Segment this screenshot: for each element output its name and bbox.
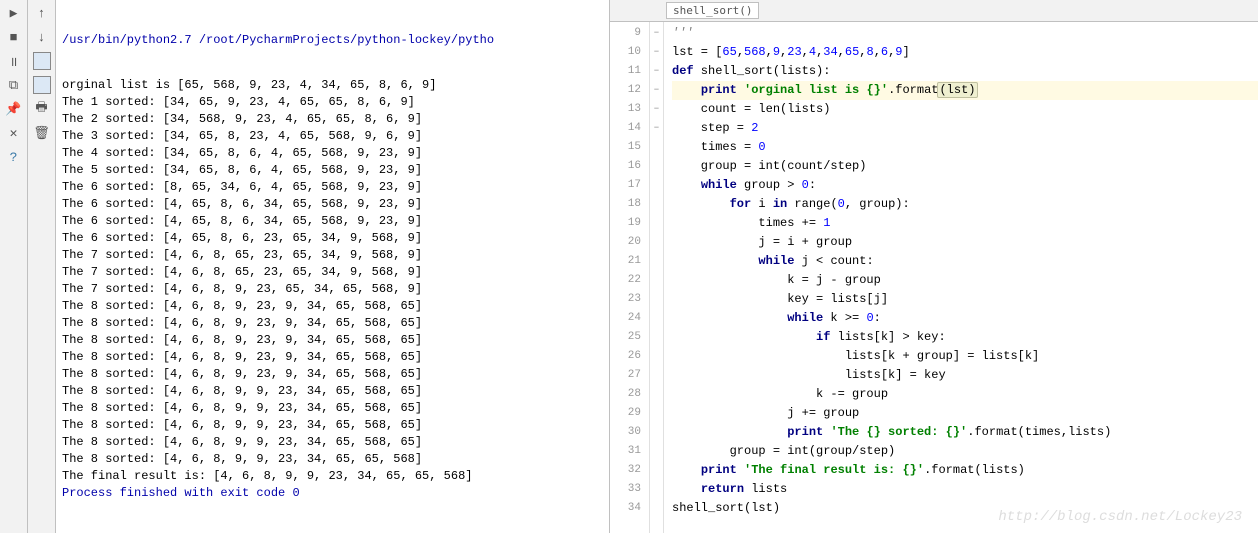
console-line: The 6 sorted: [4, 65, 8, 6, 34, 65, 568,… [62,196,603,213]
console-line: The 1 sorted: [34, 65, 9, 23, 4, 65, 65,… [62,94,603,111]
code-line[interactable]: k -= group [672,385,1258,404]
printer-icon[interactable]: 🖶 [33,100,51,118]
code-line[interactable]: while k >= 0: [672,309,1258,328]
console-line: The 7 sorted: [4, 6, 8, 65, 23, 65, 34, … [62,264,603,281]
pause-icon[interactable]: ॥ [5,52,23,70]
code-line[interactable]: k = j - group [672,271,1258,290]
console-line: The 8 sorted: [4, 6, 8, 9, 23, 9, 34, 65… [62,298,603,315]
code-line[interactable]: lists[k + group] = lists[k] [672,347,1258,366]
breadcrumb-item[interactable]: shell_sort() [666,2,759,19]
console-line: The 8 sorted: [4, 6, 8, 9, 9, 23, 34, 65… [62,451,603,468]
console-line: The 6 sorted: [4, 65, 8, 6, 23, 65, 34, … [62,230,603,247]
console-line: The 7 sorted: [4, 6, 8, 9, 23, 65, 34, 6… [62,281,603,298]
code-line[interactable]: while j < count: [672,252,1258,271]
code-editor[interactable]: '''lst = [65,568,9,23,4,34,65,8,6,9]def … [664,22,1258,533]
trash-icon[interactable]: 🗑 [33,124,51,142]
down-arrow-icon[interactable]: ↓ [33,28,51,46]
line-number-gutter[interactable]: 9101112131415161718192021222324252627282… [610,22,650,533]
code-line[interactable]: if lists[k] > key: [672,328,1258,347]
console-line: The 8 sorted: [4, 6, 8, 9, 23, 9, 34, 65… [62,349,603,366]
console-line: Process finished with exit code 0 [62,485,603,502]
console-line: The 8 sorted: [4, 6, 8, 9, 9, 23, 34, 65… [62,434,603,451]
code-line[interactable]: group = int(count/step) [672,157,1258,176]
console-line: The 3 sorted: [34, 65, 8, 23, 4, 65, 568… [62,128,603,145]
help-icon[interactable]: ? [5,148,23,166]
code-line[interactable]: print 'orginal list is {}'.format(lst) [672,81,1258,100]
code-line[interactable]: key = lists[j] [672,290,1258,309]
code-line[interactable]: j += group [672,404,1258,423]
settings-icon[interactable]: ⧉ [5,76,23,94]
console-line: The 5 sorted: [34, 65, 8, 6, 4, 65, 568,… [62,162,603,179]
run-toolbar: ▶ ■ ॥ ⧉ 📌 ✕ ? [0,0,28,533]
pin-icon[interactable]: 📌 [5,100,23,118]
code-line[interactable]: j = i + group [672,233,1258,252]
console-line: The 6 sorted: [4, 65, 8, 6, 34, 65, 568,… [62,213,603,230]
console-line: The 8 sorted: [4, 6, 8, 9, 23, 9, 34, 65… [62,366,603,383]
code-line[interactable]: times += 1 [672,214,1258,233]
console-line: The 6 sorted: [8, 65, 34, 6, 4, 65, 568,… [62,179,603,196]
aux-toolbar: ↑ ↓ 🖶 🗑 [28,0,56,533]
console-line: The 7 sorted: [4, 6, 8, 65, 23, 65, 34, … [62,247,603,264]
code-line[interactable]: ''' [672,24,1258,43]
code-line[interactable]: print 'The final result is: {}'.format(l… [672,461,1258,480]
code-line[interactable]: return lists [672,480,1258,499]
code-line[interactable]: times = 0 [672,138,1258,157]
fold-gutter[interactable]: −−−−−− [650,22,664,533]
console-output: /usr/bin/python2.7 /root/PycharmProjects… [56,0,610,533]
console-line: orginal list is [65, 568, 9, 23, 4, 34, … [62,77,603,94]
console-line: The 8 sorted: [4, 6, 8, 9, 9, 23, 34, 65… [62,383,603,400]
code-line[interactable]: while group > 0: [672,176,1258,195]
console-line: The 4 sorted: [34, 65, 8, 6, 4, 65, 568,… [62,145,603,162]
console-line: The 8 sorted: [4, 6, 8, 9, 23, 9, 34, 65… [62,315,603,332]
console-path: /usr/bin/python2.7 /root/PycharmProjects… [62,32,603,49]
up-arrow-icon[interactable]: ↑ [33,4,51,22]
code-line[interactable]: lst = [65,568,9,23,4,34,65,8,6,9] [672,43,1258,62]
close-icon[interactable]: ✕ [5,124,23,142]
code-line[interactable]: for i in range(0, group): [672,195,1258,214]
code-line[interactable]: print 'The {} sorted: {}'.format(times,l… [672,423,1258,442]
watermark-text: http://blog.csdn.net/Lockey23 [998,509,1242,525]
console-line: The final result is: [4, 6, 8, 9, 9, 23,… [62,468,603,485]
code-line[interactable]: step = 2 [672,119,1258,138]
console-line: The 8 sorted: [4, 6, 8, 9, 9, 23, 34, 65… [62,417,603,434]
console-line: The 8 sorted: [4, 6, 8, 9, 23, 9, 34, 65… [62,332,603,349]
stop-icon[interactable]: ■ [5,28,23,46]
breadcrumb-bar: shell_sort() [610,0,1258,22]
code-line[interactable]: def shell_sort(lists): [672,62,1258,81]
code-line[interactable]: group = int(group/step) [672,442,1258,461]
console-line: The 8 sorted: [4, 6, 8, 9, 9, 23, 34, 65… [62,400,603,417]
scroll-end-icon[interactable] [33,76,51,94]
console-line: The 2 sorted: [34, 568, 9, 23, 4, 65, 65… [62,111,603,128]
code-line[interactable]: lists[k] = key [672,366,1258,385]
code-line[interactable]: count = len(lists) [672,100,1258,119]
soft-wrap-icon[interactable] [33,52,51,70]
run-icon[interactable]: ▶ [5,4,23,22]
editor-pane: shell_sort() 910111213141516171819202122… [610,0,1258,533]
